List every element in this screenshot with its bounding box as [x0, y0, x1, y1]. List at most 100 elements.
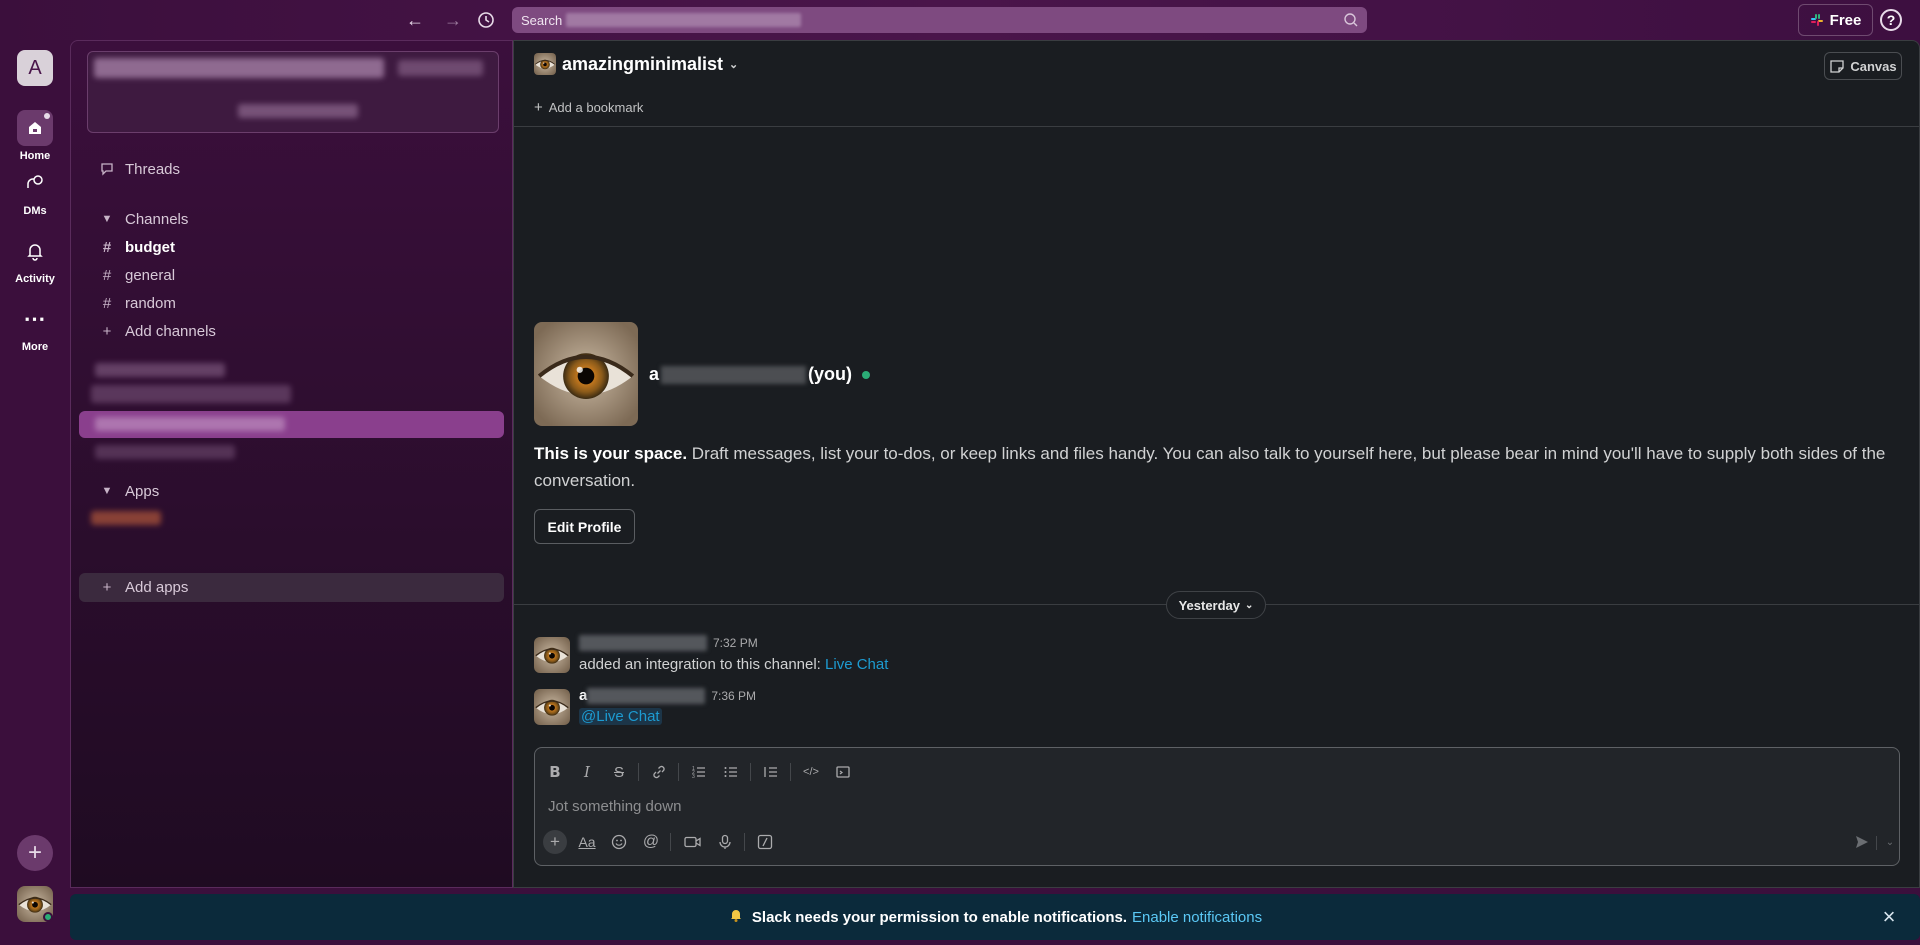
bulleted-list-icon[interactable] — [719, 760, 743, 784]
add-workspace-button[interactable]: + — [17, 835, 53, 871]
caret-down-icon: ▼ — [101, 485, 113, 497]
toolbar-divider — [744, 833, 745, 851]
microphone-icon[interactable] — [713, 830, 737, 854]
italic-icon[interactable]: I — [575, 760, 599, 784]
you-label: (you) — [808, 364, 853, 384]
profile-name-redacted — [661, 365, 807, 384]
message-composer: B I S 123 </> Jot something down + Aa @ — [534, 747, 1900, 866]
add-apps-label: Add apps — [125, 578, 189, 596]
code-icon[interactable]: </> — [799, 760, 823, 784]
message-input[interactable]: Jot something down — [548, 798, 681, 815]
channels-section-header[interactable]: ▼ Channels — [71, 205, 512, 233]
workspace-rail: A Home DMs Activity ⋯ More + — [0, 40, 70, 945]
message-avatar[interactable] — [534, 637, 570, 673]
top-bar: ← → Search Free ? — [0, 0, 1920, 40]
attach-plus-icon[interactable]: + — [543, 830, 567, 854]
message-body: @Live Chat — [579, 708, 662, 725]
day-divider-pill[interactable]: Yesterday ⌄ — [1166, 591, 1266, 619]
add-channels-button[interactable]: + Add channels — [71, 317, 512, 345]
add-bookmark-button[interactable]: + Add a bookmark — [534, 99, 643, 116]
sender-name-redacted[interactable] — [587, 687, 706, 704]
channel-title-button[interactable]: amazingminimalist ⌄ — [534, 53, 738, 75]
threads-label: Threads — [125, 160, 181, 178]
sidebar-item-general[interactable]: # general — [71, 261, 512, 289]
channel-avatar — [534, 53, 556, 75]
toolbar-divider — [670, 833, 671, 851]
rail-more[interactable]: ⋯ More — [0, 301, 70, 353]
send-options-chevron-icon[interactable]: ⌄ — [1878, 830, 1902, 854]
conversation-pane: amazingminimalist ⌄ Canvas + Add a bookm… — [513, 40, 1920, 888]
apps-header-label: Apps — [125, 482, 160, 500]
message-avatar[interactable] — [534, 689, 570, 725]
back-arrow-icon[interactable]: ← — [403, 8, 427, 32]
sidebar-item-random[interactable]: # random — [71, 289, 512, 317]
strikethrough-icon[interactable]: S — [607, 760, 631, 784]
header-divider — [514, 126, 1919, 127]
message-timestamp[interactable]: 7:36 PM — [711, 689, 756, 703]
rail-dms[interactable]: DMs — [0, 165, 70, 217]
profile-name-prefix: a — [649, 364, 660, 384]
add-bookmark-label: Add a bookmark — [548, 100, 644, 115]
ordered-list-icon[interactable]: 123 — [687, 760, 711, 784]
send-icon[interactable] — [1850, 830, 1874, 854]
search-input[interactable]: Search — [512, 7, 1367, 33]
emoji-icon[interactable] — [607, 830, 631, 854]
apps-section-header[interactable]: ▼ Apps — [71, 477, 512, 505]
hash-icon: # — [102, 238, 112, 256]
sender-name-redacted[interactable] — [579, 635, 707, 651]
workspace-header-redacted[interactable] — [87, 51, 499, 133]
dms-icon — [17, 165, 53, 201]
rail-home[interactable]: Home — [0, 110, 70, 162]
help-icon[interactable]: ? — [1880, 9, 1902, 31]
mention-icon[interactable]: @ — [639, 830, 663, 854]
plus-icon: + — [102, 578, 112, 596]
message-item[interactable]: 7:32 PM added an integration to this cha… — [534, 633, 1894, 677]
profile-name[interactable]: a (you) — [649, 364, 871, 385]
more-dots-icon: ⋯ — [23, 306, 47, 331]
history-icon[interactable] — [474, 8, 498, 32]
workspace-switcher[interactable]: A — [17, 50, 53, 86]
plus-icon: + — [102, 322, 112, 340]
channel-header: amazingminimalist ⌄ Canvas — [514, 41, 1919, 87]
integration-link[interactable]: Live Chat — [825, 656, 888, 673]
bell-icon — [728, 907, 744, 927]
home-icon — [17, 110, 53, 146]
plan-button[interactable]: Free — [1798, 4, 1873, 36]
profile-picture[interactable] — [534, 322, 638, 426]
edit-profile-button[interactable]: Edit Profile — [534, 509, 635, 544]
plus-icon: + — [534, 99, 543, 116]
toolbar-divider — [678, 763, 679, 781]
message-text: added an integration to this channel: — [579, 656, 826, 673]
user-mention[interactable]: @Live Chat — [579, 708, 662, 725]
space-intro-text: This is your space. Draft messages, list… — [534, 440, 1904, 494]
notification-text: Slack needs your permission to enable no… — [751, 908, 1127, 926]
formatting-toggle-icon[interactable]: Aa — [575, 830, 599, 854]
blockquote-icon[interactable] — [759, 760, 783, 784]
threads-icon — [95, 161, 119, 177]
bell-icon — [17, 233, 53, 269]
enable-notifications-link[interactable]: Enable notifications — [1132, 909, 1262, 926]
toolbar-divider — [750, 763, 751, 781]
bold-icon[interactable]: B — [543, 760, 567, 784]
canvas-button[interactable]: Canvas — [1824, 52, 1902, 80]
video-icon[interactable] — [681, 830, 705, 854]
rail-activity[interactable]: Activity — [0, 233, 70, 285]
channels-header-label: Channels — [125, 210, 189, 228]
canvas-label: Canvas — [1850, 58, 1897, 74]
hash-icon: # — [102, 294, 112, 312]
sidebar-item-budget[interactable]: # budget — [71, 233, 512, 261]
code-block-icon[interactable] — [831, 760, 855, 784]
message-item[interactable]: a 7:36 PM @Live Chat — [534, 685, 1894, 729]
sidebar-item-threads[interactable]: Threads — [71, 155, 512, 183]
link-icon[interactable] — [647, 760, 671, 784]
add-apps-button[interactable]: + Add apps — [71, 573, 512, 601]
slash-command-icon[interactable] — [753, 830, 777, 854]
canvas-icon — [1830, 60, 1845, 73]
slack-logo-icon — [1810, 14, 1823, 26]
rail-more-label: More — [21, 341, 49, 353]
message-timestamp[interactable]: 7:32 PM — [713, 636, 758, 650]
forward-arrow-icon[interactable]: → — [441, 8, 465, 32]
sender-name-prefix[interactable]: a — [579, 687, 587, 704]
close-icon[interactable]: × — [1878, 904, 1900, 929]
rail-home-label: Home — [19, 150, 51, 162]
